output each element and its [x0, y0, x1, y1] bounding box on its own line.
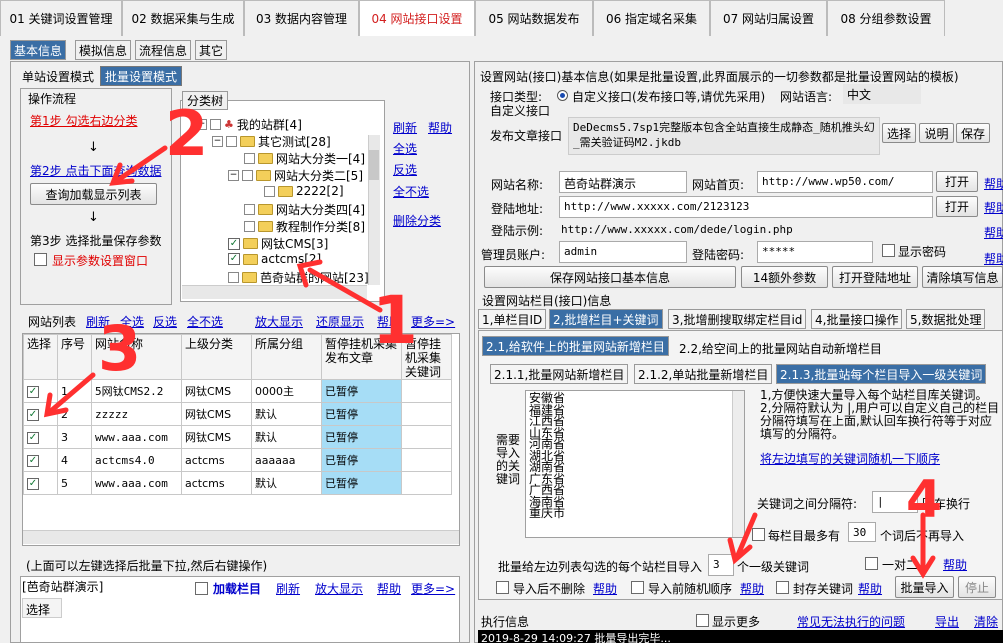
annotation-4: 4 [906, 470, 943, 530]
arrow-1 [307, 267, 383, 313]
annotation-arrows [43, 145, 936, 579]
annotation-3: 3 [98, 312, 142, 385]
arrow-3 [49, 372, 96, 413]
annotation-2: 2 [165, 97, 209, 170]
arrow-2 [115, 145, 168, 183]
annotation-1: 1 [372, 282, 418, 359]
